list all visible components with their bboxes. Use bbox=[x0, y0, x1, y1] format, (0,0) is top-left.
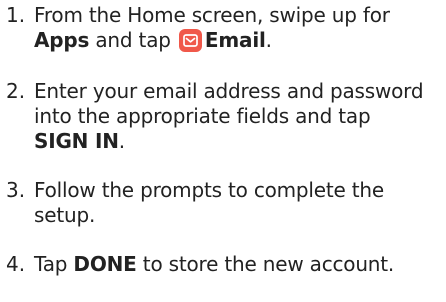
step-1-intro: From the Home screen, swipe up for bbox=[34, 3, 390, 27]
step-number: 2. bbox=[6, 79, 26, 103]
step-2: 2. Enter your email address and password… bbox=[6, 79, 442, 154]
instruction-list: 1. From the Home screen, swipe up for App… bbox=[6, 3, 442, 277]
step-number: 4. bbox=[6, 252, 26, 276]
step-1-end: . bbox=[265, 28, 272, 52]
step-4: 4. Tap DONE to store the new account. bbox=[6, 252, 442, 277]
and-tap-text: and tap bbox=[89, 28, 177, 52]
step-3: 3. Follow the prompts to complete the se… bbox=[6, 178, 442, 228]
step-text: From the Home screen, swipe up for Apps a… bbox=[34, 3, 442, 53]
step-4-text: to store the new account. bbox=[136, 252, 395, 276]
step-4-tap: Tap bbox=[34, 252, 74, 276]
step-2-text: Enter your email address and password in… bbox=[34, 79, 424, 128]
apps-label: Apps bbox=[34, 28, 90, 52]
step-3-text: Follow the prompts to complete the setup… bbox=[34, 178, 385, 227]
done-label: DONE bbox=[73, 252, 137, 276]
step-2-end: . bbox=[118, 129, 125, 153]
step-text: Tap DONE to store the new account. bbox=[34, 252, 442, 277]
step-number: 3. bbox=[6, 178, 26, 202]
step-1: 1. From the Home screen, swipe up for App… bbox=[6, 3, 442, 53]
email-app-icon bbox=[178, 29, 202, 52]
email-label: Email bbox=[204, 28, 266, 52]
step-text: Enter your email address and password in… bbox=[34, 79, 442, 154]
step-number: 1. bbox=[6, 3, 26, 27]
sign-in-label: SIGN IN bbox=[34, 129, 119, 153]
